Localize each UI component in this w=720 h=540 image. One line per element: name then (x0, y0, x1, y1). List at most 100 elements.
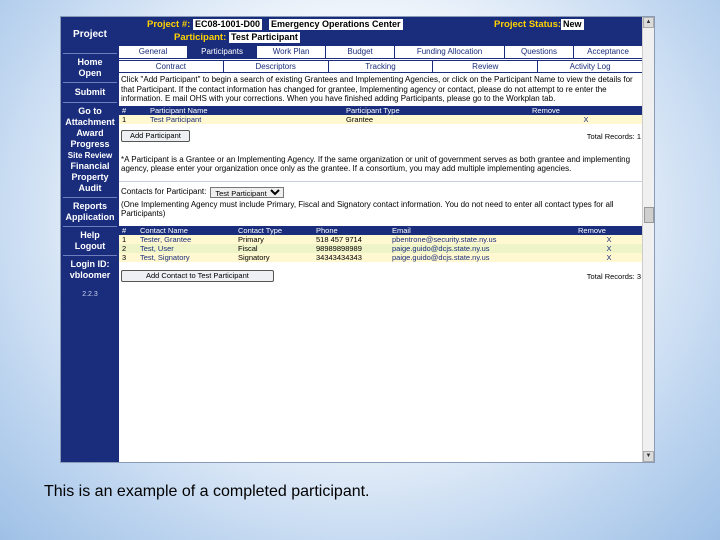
col-header-num: # (119, 225, 137, 235)
sidebar-item-progress[interactable]: Progress (61, 139, 119, 150)
sidebar-item-submit[interactable]: Submit (61, 87, 119, 98)
tab-questions[interactable]: Questions (503, 45, 574, 59)
divider (63, 82, 117, 83)
slide-caption: This is an example of a completed partic… (44, 483, 370, 500)
contacts-total: Total Records: 3 (586, 271, 641, 281)
col-header-num: # (119, 105, 147, 115)
tab-contract[interactable]: Contract (118, 60, 224, 73)
tab-work-plan[interactable]: Work Plan (256, 45, 327, 59)
table-row: 1 Test Participant Grantee X (119, 114, 643, 124)
table-row: 1 Tester, Grantee Primary 518 457 9714 p… (119, 234, 643, 244)
project-number-value: EC08-1001-D00 (193, 19, 263, 30)
main-content: Click "Add Participant" to begin a searc… (119, 74, 643, 462)
add-participant-button[interactable]: Add Participant (121, 129, 190, 142)
divider (63, 102, 117, 103)
cell-num: 1 (122, 234, 127, 244)
scroll-down-icon[interactable]: ▼ (643, 451, 654, 462)
cell-phone: 34343434343 (316, 252, 362, 262)
contacts-for-label: Contacts for Participant: (121, 187, 207, 197)
login-label: Login ID: (70, 259, 110, 269)
cell-phone: 518 457 9714 (316, 234, 362, 244)
col-header-contact-type: Contact Type (235, 225, 313, 235)
remove-participant-button[interactable]: X (529, 115, 643, 124)
project-name-value: Emergency Operations Center (269, 19, 403, 30)
sidebar-item-attachment[interactable]: Attachment (61, 117, 119, 128)
col-header-participant-type: Participant Type (343, 105, 529, 115)
sidebar-item-site-review[interactable]: Site Review (61, 150, 119, 161)
contacts-note: (One Implementing Agency must include Pr… (121, 199, 614, 219)
sidebar-item-home[interactable]: Home (61, 57, 119, 68)
sidebar-item-application[interactable]: Application (61, 212, 119, 223)
col-header-participant-name: Participant Name (147, 105, 343, 115)
instructions-text: Click "Add Participant" to begin a searc… (121, 75, 633, 103)
vertical-scrollbar[interactable]: ▲ ▼ (642, 17, 654, 462)
tab-descriptors[interactable]: Descriptors (222, 60, 329, 73)
contact-name-link[interactable]: Test, Signatory (137, 253, 235, 262)
project-header: Project #: EC08-1001-D00 Emergency Opera… (119, 17, 643, 45)
login-value: vbloomer (69, 270, 111, 280)
contacts-table: # Contact Name Contact Type Phone Email … (119, 225, 643, 262)
sidebar: Project Home Open Submit Go to Attachmen… (61, 17, 119, 462)
email-link[interactable]: paige.guido@dcjs.state.ny.us (389, 244, 575, 253)
tab-acceptance[interactable]: Acceptance (573, 45, 644, 59)
sidebar-item-financial[interactable]: Financial (61, 161, 119, 172)
scrollbar-thumb[interactable] (644, 207, 654, 223)
cell-contact-type: Fiscal (238, 243, 258, 253)
project-status-value: New (561, 19, 584, 30)
tab-activity-log[interactable]: Activity Log (537, 60, 643, 73)
contact-name-link[interactable]: Test, User (137, 244, 235, 253)
remove-contact-button[interactable]: X (575, 253, 643, 262)
sidebar-item-award[interactable]: Award (61, 128, 119, 139)
sidebar-item-property[interactable]: Property (61, 172, 119, 183)
col-header-phone: Phone (313, 225, 389, 235)
divider (63, 197, 117, 198)
cell-contact-type: Primary (238, 234, 264, 244)
sidebar-goto-label: Go to (78, 106, 102, 116)
remove-contact-button[interactable]: X (575, 244, 643, 253)
add-contact-button[interactable]: Add Contact to Test Participant (121, 269, 274, 282)
cell-type: Grantee (346, 114, 374, 124)
scroll-up-icon[interactable]: ▲ (643, 17, 654, 28)
sidebar-item-reports[interactable]: Reports (61, 201, 119, 212)
table-row: 2 Test, User Fiscal 98989898989 paige.gu… (119, 243, 643, 253)
sidebar-item-audit[interactable]: Audit (61, 183, 119, 194)
sidebar-item-help[interactable]: Help (61, 230, 119, 241)
sidebar-item-open[interactable]: Open (61, 68, 119, 79)
app-screenshot: Project Home Open Submit Go to Attachmen… (60, 16, 655, 463)
tab-bar-primary: General Participants Work Plan Budget Fu… (118, 45, 644, 59)
remove-contact-button[interactable]: X (575, 235, 643, 244)
tab-participants[interactable]: Participants (187, 45, 258, 59)
project-number-label: Project #: (147, 19, 191, 30)
divider (63, 53, 117, 54)
participant-note: *A Participant is a Grantee or an Implem… (121, 154, 631, 174)
tab-funding-allocation[interactable]: Funding Allocation (394, 45, 505, 59)
tab-general[interactable]: General (118, 45, 189, 59)
col-header-remove: Remove (575, 225, 643, 235)
cell-phone: 98989898989 (316, 243, 362, 253)
sidebar-item-logout[interactable]: Logout (61, 241, 119, 252)
cell-contact-type: Signatory (238, 252, 270, 262)
divider (63, 226, 117, 227)
tab-budget[interactable]: Budget (325, 45, 396, 59)
project-status-label: Project Status: (494, 19, 562, 30)
version-text: 2.2.3 (82, 291, 98, 298)
contact-name-link[interactable]: Tester, Grantee (137, 235, 235, 244)
tab-bar-secondary: Contract Descriptors Tracking Review Act… (118, 60, 643, 73)
participant-label: Participant: (174, 32, 227, 43)
cell-num: 1 (122, 114, 127, 124)
participant-select[interactable]: Test Participant (210, 186, 285, 198)
email-link[interactable]: paige.guido@dcjs.state.ny.us (389, 253, 575, 262)
col-header-email: Email (389, 225, 575, 235)
col-header-contact-name: Contact Name (137, 225, 235, 235)
participant-value: Test Participant (229, 32, 300, 43)
participant-name-link[interactable]: Test Participant (147, 115, 343, 124)
table-row: 3 Test, Signatory Signatory 34343434343 … (119, 252, 643, 262)
participants-total: Total Records: 1 (586, 131, 641, 141)
cell-num: 2 (122, 243, 127, 253)
divider (63, 255, 117, 256)
email-link[interactable]: pbentrone@security.state.ny.us (389, 235, 575, 244)
tab-review[interactable]: Review (432, 60, 539, 73)
tab-tracking[interactable]: Tracking (327, 60, 434, 73)
participants-table: # Participant Name Participant Type Remo… (119, 105, 643, 124)
cell-num: 3 (122, 252, 127, 262)
